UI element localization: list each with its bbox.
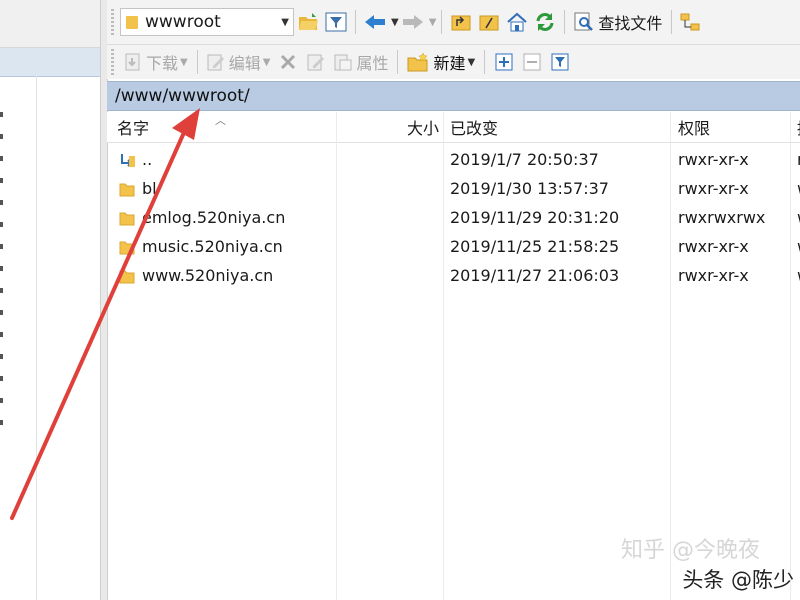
annotation-arrow <box>10 108 200 520</box>
watermark-toutiao-text: 头条 @陈少 <box>682 568 794 592</box>
watermark-zhihu: 知乎 @今晚夜 <box>621 538 760 563</box>
watermark-toutiao: 头条 @陈少 <box>682 564 794 594</box>
